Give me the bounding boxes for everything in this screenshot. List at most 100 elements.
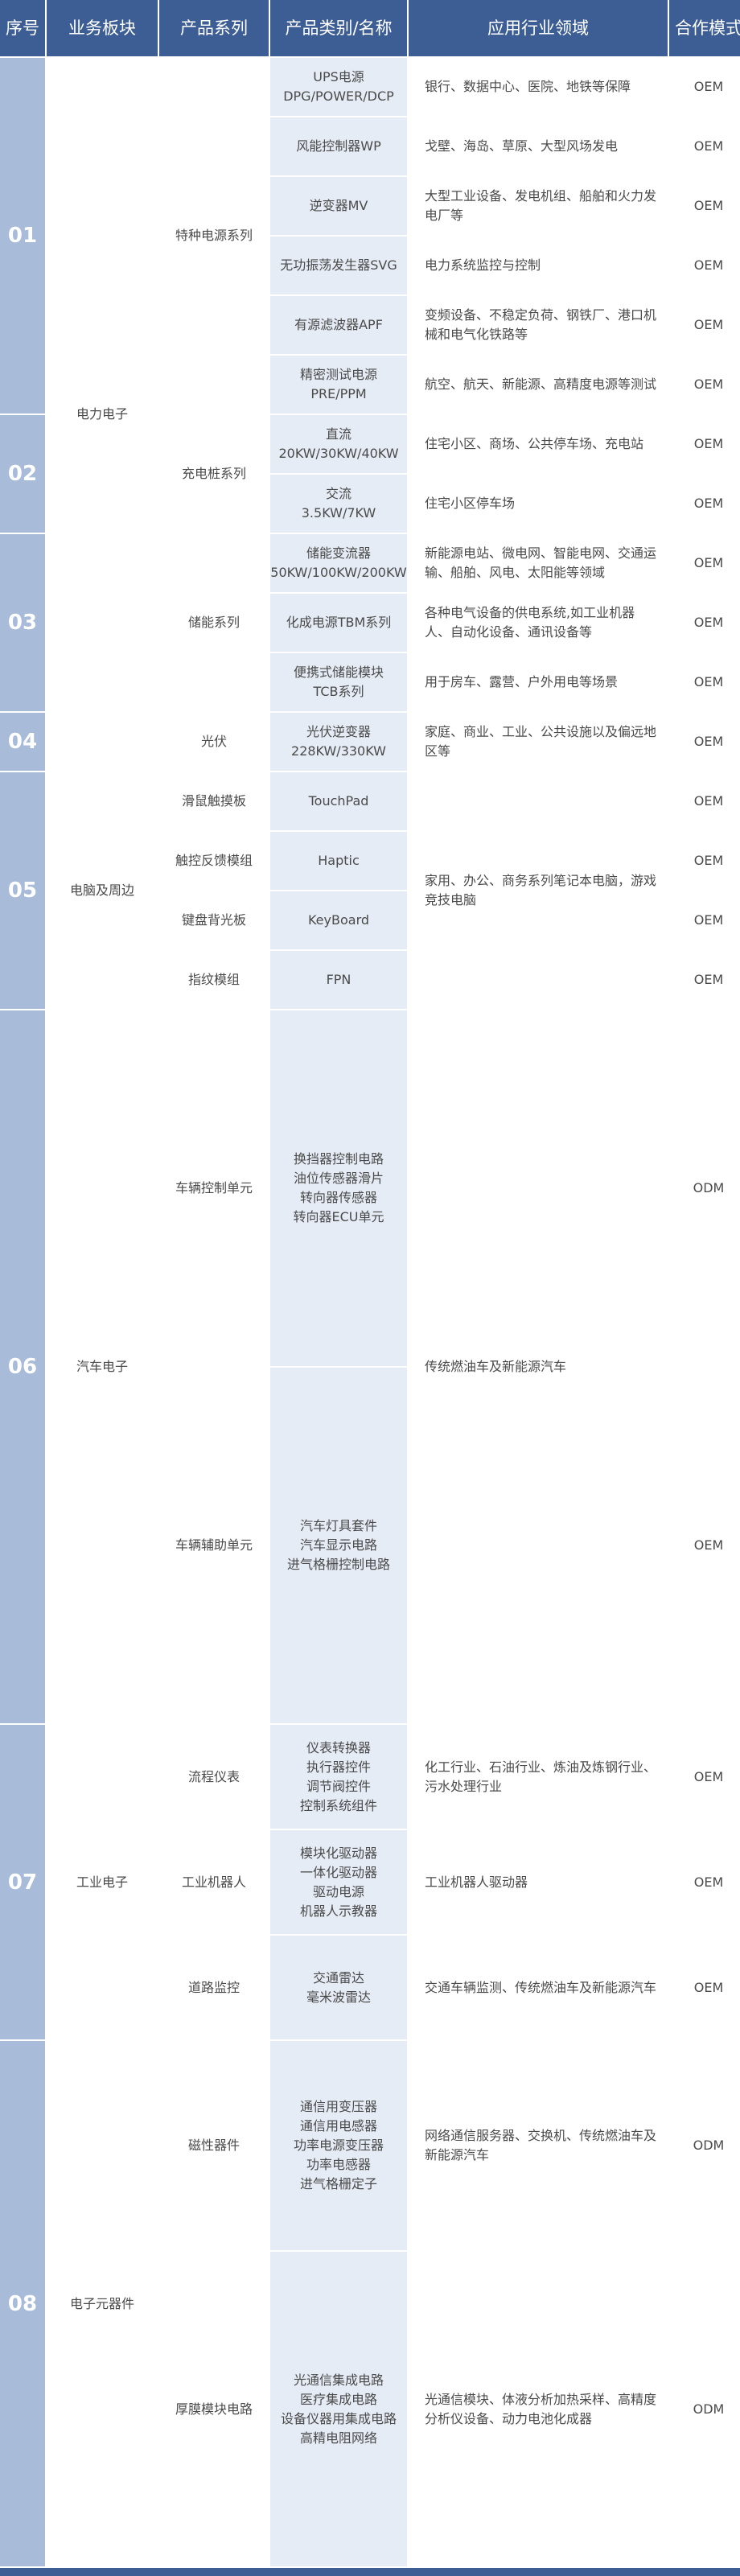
seq-number: 04 (0, 713, 45, 771)
mode-cell: ODM (669, 2252, 740, 2566)
seq-number: 02 (0, 415, 45, 533)
header-sector: 业务板块 (47, 0, 158, 56)
series-cell: 充电桩系列 (159, 415, 269, 533)
mode-cell: OEM (669, 117, 740, 175)
product-line: 驱动电源 (312, 1883, 364, 1899)
product-line: 通信用电感器 (299, 2118, 377, 2134)
bottom-bar (0, 2568, 740, 2576)
product-cell: 光伏逆变器 228KW/330KW (270, 713, 407, 771)
application-cell: 航空、航天、新能源、高精度电源等测试 (409, 356, 668, 414)
product-line: 50KW/100KW/200KW (270, 565, 407, 580)
product-cell: 有源滤波器APF (270, 296, 407, 354)
product-cell: UPS电源 DPG/POWER/DCP (270, 58, 407, 116)
application-cell: 戈壁、海岛、草原、大型风场发电 (409, 117, 668, 175)
mode-cell: OEM (669, 58, 740, 116)
product-cell: 便携式储能模块 TCB系列 (270, 653, 407, 711)
application-cell: 用于房车、露营、户外用电等场景 (409, 653, 668, 711)
product-line: 3.5KW/7KW (301, 505, 376, 521)
series-cell: 光伏 (159, 713, 269, 771)
product-line: 储能变流器 (306, 545, 371, 561)
product-line: 机器人示教器 (299, 1903, 377, 1919)
product-cell: 无功振荡发生器SVG (270, 237, 407, 294)
product-cell: 交通雷达 毫米波雷达 (270, 1936, 407, 2039)
product-line: 化成电源TBM系列 (286, 615, 392, 630)
mode-cell: OEM (669, 534, 740, 592)
mode-cell: OEM (669, 653, 740, 711)
product-line: 光通信集成电路 (293, 2372, 384, 2388)
product-cell: 精密测试电源 PRE/PPM (270, 356, 407, 414)
application-cell: 交通车辆监测、传统燃油车及新能源汽车 (409, 1936, 668, 2039)
series-cell: 磁性器件 (159, 2041, 269, 2250)
mode-cell: OEM (669, 1368, 740, 1723)
series-cell: 键盘背光板 (159, 891, 269, 949)
seq-number: 03 (0, 534, 45, 711)
series-cell: 储能系列 (159, 534, 269, 711)
product-line: 直流 (325, 426, 352, 442)
mode-cell: OEM (669, 415, 740, 473)
series-cell: 道路监控 (159, 1936, 269, 2039)
application-cell: 变频设备、不稳定负荷、钢铁厂、港口机械和电气化铁路等 (409, 296, 668, 354)
product-line: 调节阀控件 (306, 1778, 371, 1794)
mode-cell: OEM (669, 891, 740, 949)
product-line: FPN (326, 972, 352, 987)
series-cell: 车辆控制单元 (159, 1010, 269, 1366)
product-line: 进气格栅控制电路 (286, 1557, 390, 1572)
product-line: 设备仪器用集成电路 (280, 2410, 397, 2426)
product-line: 一体化驱动器 (299, 1864, 377, 1880)
application-cell: 网络通信服务器、交换机、传统燃油车及新能源汽车 (409, 2041, 668, 2250)
application-cell: 银行、数据中心、医院、地铁等保障 (409, 58, 668, 116)
mode-cell: OEM (669, 594, 740, 652)
product-line: 换挡器控制电路 (293, 1151, 384, 1167)
header-series: 产品系列 (159, 0, 269, 56)
product-line: 228KW/330KW (291, 743, 386, 759)
series-cell: 滑鼠触摸板 (159, 772, 269, 830)
product-cell: 直流 20KW/30KW/40KW (270, 415, 407, 473)
product-line: PRE/PPM (310, 386, 367, 401)
product-cell: 汽车灯具套件 汽车显示电路 进气格栅控制电路 (270, 1368, 407, 1723)
product-line: 逆变器MV (309, 198, 368, 213)
product-cell: 逆变器MV (270, 177, 407, 235)
mode-cell: ODM (669, 1010, 740, 1366)
product-cell: 通信用变压器 通信用电感器 功率电源变压器 功率电感器 进气格栅定子 (270, 2041, 407, 2250)
series-cell: 车辆辅助单元 (159, 1368, 269, 1723)
series-cell: 厚膜模块电路 (159, 2252, 269, 2566)
header-seq: 序号 (0, 0, 45, 56)
product-cell: 模块化驱动器 一体化驱动器 驱动电源 机器人示教器 (270, 1830, 407, 1934)
product-line: 控制系统组件 (299, 1797, 377, 1813)
product-line: 毫米波雷达 (306, 1989, 371, 2005)
product-line: 汽车灯具套件 (299, 1518, 377, 1533)
product-line: 仪表转换器 (306, 1739, 371, 1755)
sector-power-electronics: 电力电子 (47, 58, 158, 771)
product-line: 进气格栅定子 (299, 2176, 377, 2191)
series-cell: 指纹模组 (159, 951, 269, 1009)
mode-cell: OEM (669, 713, 740, 771)
product-line: 无功振荡发生器SVG (280, 257, 397, 273)
product-line: 有源滤波器APF (294, 317, 383, 332)
series-cell: 触控反馈模组 (159, 832, 269, 890)
series-cell: 特种电源系列 (159, 58, 269, 414)
product-line: TCB系列 (313, 684, 364, 699)
application-cell: 新能源电站、微电网、智能电网、交通运输、船舶、风电、太阳能等领域 (409, 534, 668, 592)
header-product: 产品类别/名称 (270, 0, 407, 56)
mode-cell: OEM (669, 177, 740, 235)
business-table: 序号 业务板块 产品系列 产品类别/名称 应用行业领域 合作模式 01 02 0… (0, 0, 740, 2576)
product-line: 功率电感器 (306, 2157, 371, 2172)
product-cell: 交流 3.5KW/7KW (270, 475, 407, 533)
product-line: 交通雷达 (312, 1969, 364, 1985)
product-line: Haptic (318, 853, 360, 868)
product-line: 油位传感器滑片 (293, 1171, 384, 1186)
header-mode: 合作模式 (669, 0, 740, 56)
seq-number: 07 (0, 1725, 45, 2039)
application-cell: 电力系统监控与控制 (409, 237, 668, 294)
product-line: 汽车显示电路 (299, 1537, 377, 1553)
product-line: 20KW/30KW/40KW (278, 446, 399, 461)
product-cell: KeyBoard (270, 891, 407, 949)
product-line: 转向器传感器 (299, 1190, 377, 1205)
mode-cell: OEM (669, 1725, 740, 1829)
seq-number: 06 (0, 1010, 45, 1723)
product-cell: 仪表转换器 执行器控件 调节阀控件 控制系统组件 (270, 1725, 407, 1829)
product-line: DPG/POWER/DCP (283, 88, 394, 104)
product-cell: 光通信集成电路 医疗集成电路 设备仪器用集成电路 高精电阻网络 (270, 2252, 407, 2566)
mode-cell: OEM (669, 1936, 740, 2039)
product-cell: 风能控制器WP (270, 117, 407, 175)
